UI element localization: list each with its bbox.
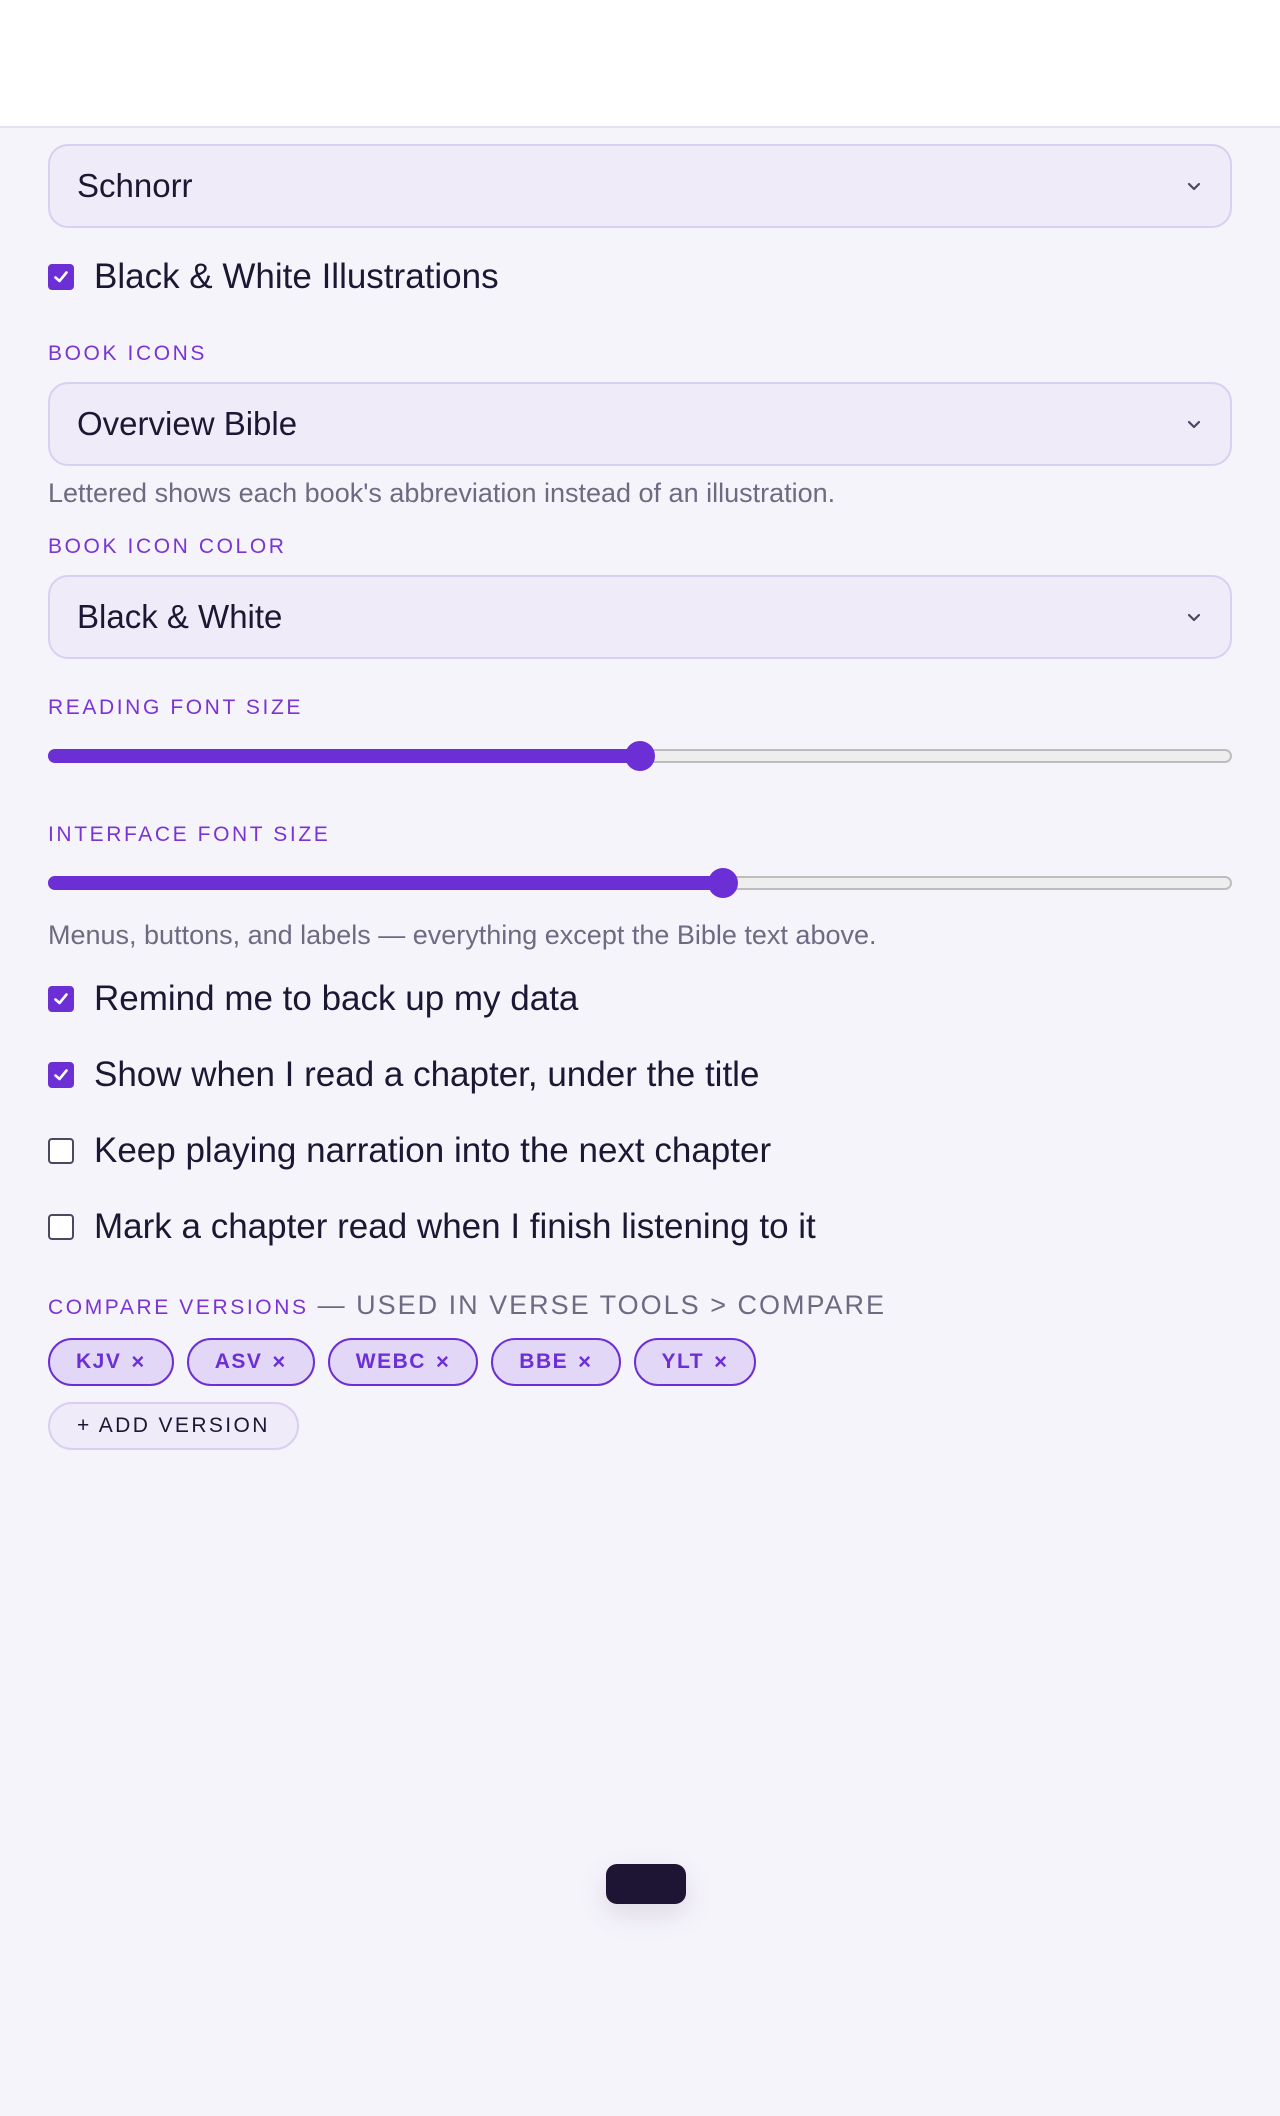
compare-versions-label: Compare Versions <box>48 1296 309 1319</box>
version-chip-label: KJV <box>76 1350 122 1373</box>
check-icon <box>54 271 68 283</box>
top-app-bar <box>0 0 1280 128</box>
version-chip[interactable]: WEBC × <box>327 1338 479 1386</box>
bw-illustrations-label: Black & White Illustrations <box>94 257 499 296</box>
option-label: Show when I read a chapter, under the ti… <box>94 1055 760 1094</box>
slider-thumb[interactable] <box>707 868 738 898</box>
version-chip-label: BBE <box>519 1350 569 1373</box>
font-select[interactable]: Schnorr <box>48 144 1232 228</box>
options-list: Remind me to back up my data Show when I… <box>48 961 1232 1265</box>
font-select-value: Schnorr <box>77 167 193 204</box>
option-mark-read-after-listening[interactable]: Mark a chapter read when I finish listen… <box>48 1189 1232 1265</box>
option-checkbox[interactable] <box>48 1138 74 1164</box>
version-chip[interactable]: KJV × <box>48 1338 174 1386</box>
version-chips: KJV × ASV × WEBC × BBE × YLT × <box>48 1338 1232 1386</box>
reading-font-size-label: Reading Font Size <box>48 696 303 719</box>
book-icons-select[interactable]: Overview Bible <box>48 382 1232 466</box>
version-chip[interactable]: ASV × <box>186 1338 315 1386</box>
book-icon-color-label: Book Icon Color <box>48 535 287 558</box>
version-chip[interactable]: BBE × <box>491 1338 621 1386</box>
add-version-row: + ADD VERSION <box>48 1402 1232 1450</box>
option-checkbox[interactable] <box>48 986 74 1012</box>
book-icons-hint: Lettered shows each book's abbreviation … <box>48 478 836 508</box>
option-show-chapter-read[interactable]: Show when I read a chapter, under the ti… <box>48 1037 1232 1113</box>
floating-pill-button[interactable] <box>606 1864 686 1904</box>
version-chip-label: ASV <box>214 1350 263 1373</box>
option-label: Keep playing narration into the next cha… <box>94 1131 772 1170</box>
option-checkbox[interactable] <box>48 1214 74 1240</box>
option-checkbox[interactable] <box>48 1062 74 1088</box>
remove-version-icon[interactable]: × <box>272 1349 286 1375</box>
compare-versions-heading: Compare Versions — USED IN VERSE TOOLS >… <box>48 1290 1232 1321</box>
book-icon-color-select[interactable]: Black & White <box>48 575 1232 659</box>
option-label: Mark a chapter read when I finish listen… <box>94 1207 816 1246</box>
check-icon <box>54 1069 68 1081</box>
remove-version-icon[interactable]: × <box>714 1349 728 1375</box>
book-icons-label: Book Icons <box>48 342 208 365</box>
bw-illustrations-option[interactable]: Black & White Illustrations <box>48 239 1232 315</box>
version-chip-label: YLT <box>661 1350 705 1373</box>
book-icon-color-select-value: Black & White <box>77 598 283 635</box>
bw-illustrations-checkbox[interactable] <box>48 264 74 290</box>
remove-version-icon[interactable]: × <box>131 1349 145 1375</box>
option-continuous-narration[interactable]: Keep playing narration into the next cha… <box>48 1113 1232 1189</box>
slider-fill <box>48 749 640 763</box>
interface-font-size-label: Interface Font Size <box>48 823 331 846</box>
version-chip[interactable]: YLT × <box>633 1338 757 1386</box>
chevron-down-icon <box>1187 613 1201 622</box>
slider-fill <box>48 876 723 890</box>
add-version-button[interactable]: + ADD VERSION <box>48 1402 299 1450</box>
slider-thumb[interactable] <box>625 741 655 771</box>
reading-font-size-slider[interactable] <box>48 739 1232 773</box>
remove-version-icon[interactable]: × <box>436 1349 450 1375</box>
chevron-down-icon <box>1187 182 1201 191</box>
compare-versions-note: — USED IN VERSE TOOLS > COMPARE <box>317 1290 886 1320</box>
chevron-down-icon <box>1187 420 1201 429</box>
option-label: Remind me to back up my data <box>94 979 579 1018</box>
interface-font-size-slider[interactable] <box>48 866 1232 900</box>
remove-version-icon[interactable]: × <box>578 1349 592 1375</box>
option-backup-reminder[interactable]: Remind me to back up my data <box>48 961 1232 1037</box>
book-icons-select-value: Overview Bible <box>77 405 298 442</box>
interface-font-size-hint: Menus, buttons, and labels — everything … <box>48 920 877 950</box>
check-icon <box>54 993 68 1005</box>
version-chip-label: WEBC <box>355 1350 426 1373</box>
settings-panel: Schnorr Black & White Illustrations Book… <box>48 144 1232 1450</box>
